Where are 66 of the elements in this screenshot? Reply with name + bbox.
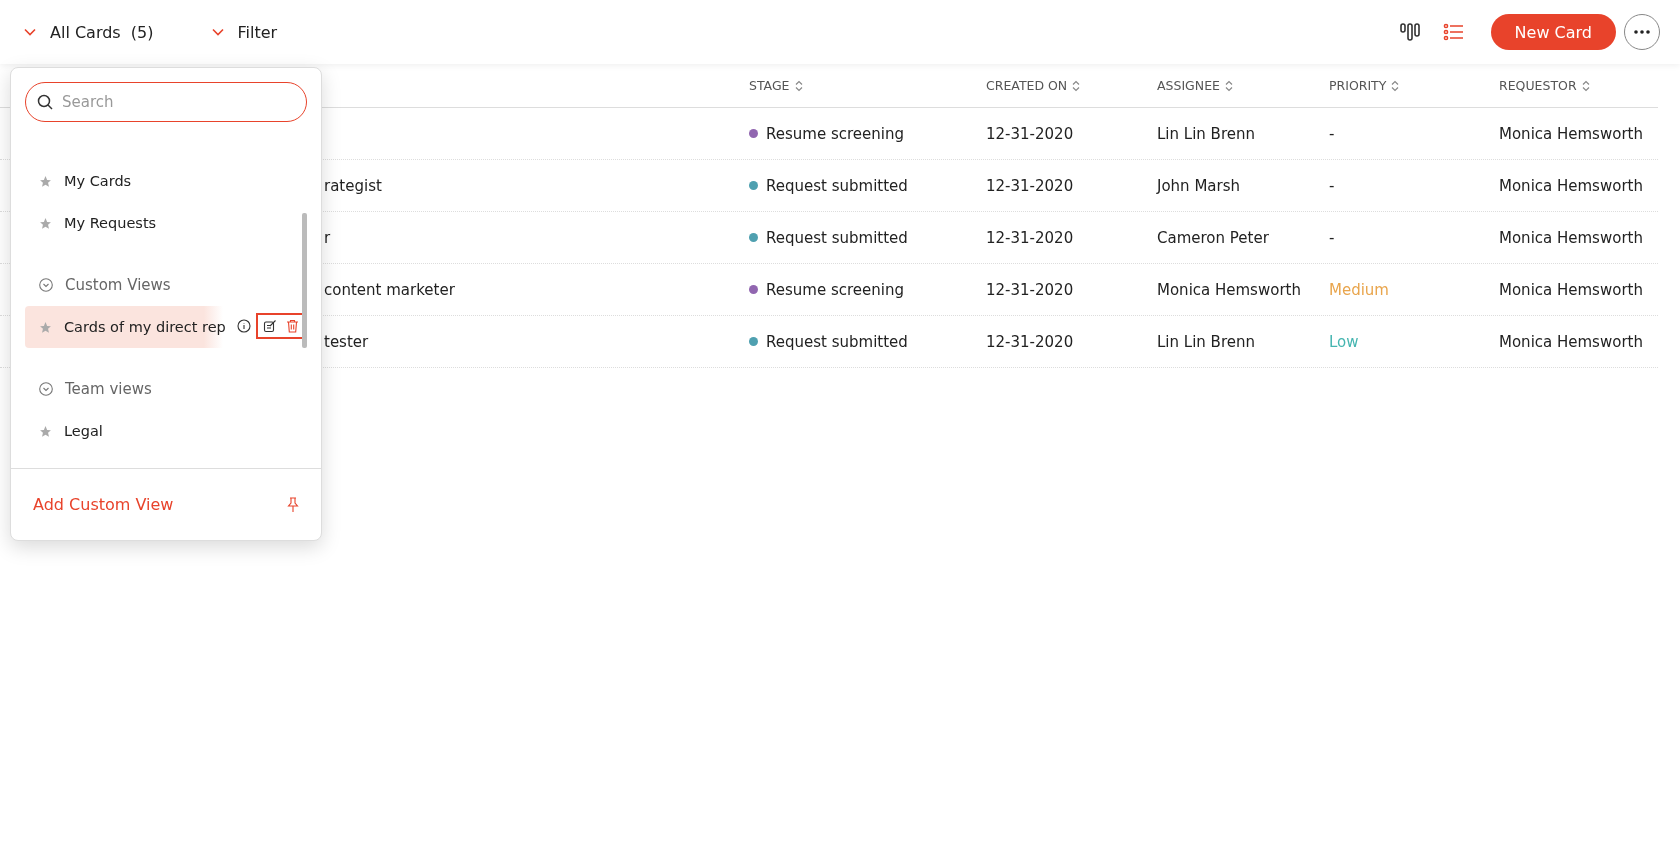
table-cell-text: 12-31-2020 xyxy=(985,228,1075,247)
table-cell: Request submitted xyxy=(766,176,908,195)
view-item[interactable]: My Cards xyxy=(25,160,300,202)
table-cell: Resume screening xyxy=(766,280,904,299)
table-cell-text: Monica Hemsworth xyxy=(1498,176,1644,195)
table-cell-text: Lin Lin Brenn xyxy=(1156,332,1256,351)
table-cell: rategist xyxy=(324,176,382,195)
table-cell-text: Low xyxy=(1328,332,1360,351)
table-cell-text: 12-31-2020 xyxy=(985,176,1075,195)
table-cell-text: 12-31-2020 xyxy=(985,124,1075,143)
more-options-button[interactable] xyxy=(1624,14,1660,50)
star-icon xyxy=(39,320,52,334)
view-item[interactable]: Legal xyxy=(25,410,300,452)
search-field[interactable]: Search xyxy=(25,82,307,122)
table-cell: Request submitted xyxy=(766,228,908,247)
table-cell: Request submitted xyxy=(766,332,908,351)
star-icon xyxy=(39,424,52,438)
section-label: Team views xyxy=(65,380,152,398)
table-cell: tester xyxy=(324,332,369,351)
collapse-toggle-icon[interactable] xyxy=(39,278,53,292)
column-header[interactable]: STAGE xyxy=(740,78,977,93)
new-card-button[interactable]: New Card xyxy=(1490,14,1616,50)
table-cell-text: Monica Hemsworth xyxy=(1498,124,1644,143)
scrollbar[interactable] xyxy=(302,213,307,348)
table-cell-text: Monica Hemsworth xyxy=(1498,228,1644,247)
trash-icon[interactable] xyxy=(286,319,299,333)
table-cell-text: 12-31-2020 xyxy=(985,280,1075,299)
column-header[interactable]: PRIORITY xyxy=(1320,78,1490,93)
view-item[interactable]: Cards of my direct rep xyxy=(25,306,300,348)
table-cell-text: Monica Hemsworth xyxy=(1156,280,1302,299)
table-cell-text: - xyxy=(1328,176,1336,195)
sort-icon[interactable] xyxy=(1391,79,1400,92)
table-cell-text: Medium xyxy=(1328,280,1390,299)
view-dropdown[interactable]: All Cards (5) xyxy=(24,22,154,42)
table-cell-text: - xyxy=(1328,228,1336,247)
table-cell-text: John Marsh xyxy=(1155,176,1241,195)
sort-icon[interactable] xyxy=(1224,79,1233,92)
table-cell-text: Cameron Peter xyxy=(1156,228,1270,247)
column-header[interactable]: REQUESTOR xyxy=(1490,78,1658,93)
info-icon[interactable] xyxy=(237,319,251,333)
sort-icon[interactable] xyxy=(1072,79,1081,92)
sort-icon[interactable] xyxy=(1581,79,1590,92)
chevron-down-icon xyxy=(24,28,36,36)
chevron-down-icon xyxy=(211,28,224,36)
column-header[interactable]: ASSIGNEE xyxy=(1148,78,1320,93)
table-cell: r xyxy=(324,228,331,247)
star-icon xyxy=(39,174,52,188)
more-icon xyxy=(1634,30,1650,34)
table-cell-text: Monica Hemsworth xyxy=(1498,332,1644,351)
sort-icon[interactable] xyxy=(794,79,803,92)
edit-icon[interactable] xyxy=(263,319,277,333)
search-icon xyxy=(37,94,53,110)
view-item[interactable]: My Requests xyxy=(25,202,300,244)
filter-dropdown[interactable]: Filter xyxy=(211,22,278,42)
section-label: Custom Views xyxy=(65,276,171,294)
table-cell-text: 12-31-2020 xyxy=(985,332,1075,351)
collapse-toggle-icon[interactable] xyxy=(39,382,53,396)
table-cell: Resume screening xyxy=(766,124,904,143)
table-cell-text: Monica Hemsworth xyxy=(1498,280,1644,299)
table-cell-text: - xyxy=(1328,124,1336,143)
pin-icon[interactable] xyxy=(287,496,299,513)
add-custom-view-link[interactable]: Add Custom View xyxy=(33,495,174,514)
table-cell: content marketer xyxy=(324,280,455,299)
star-icon xyxy=(39,216,52,230)
table-cell-text: Lin Lin Brenn xyxy=(1156,124,1256,143)
column-header[interactable]: CREATED ON xyxy=(977,78,1148,93)
